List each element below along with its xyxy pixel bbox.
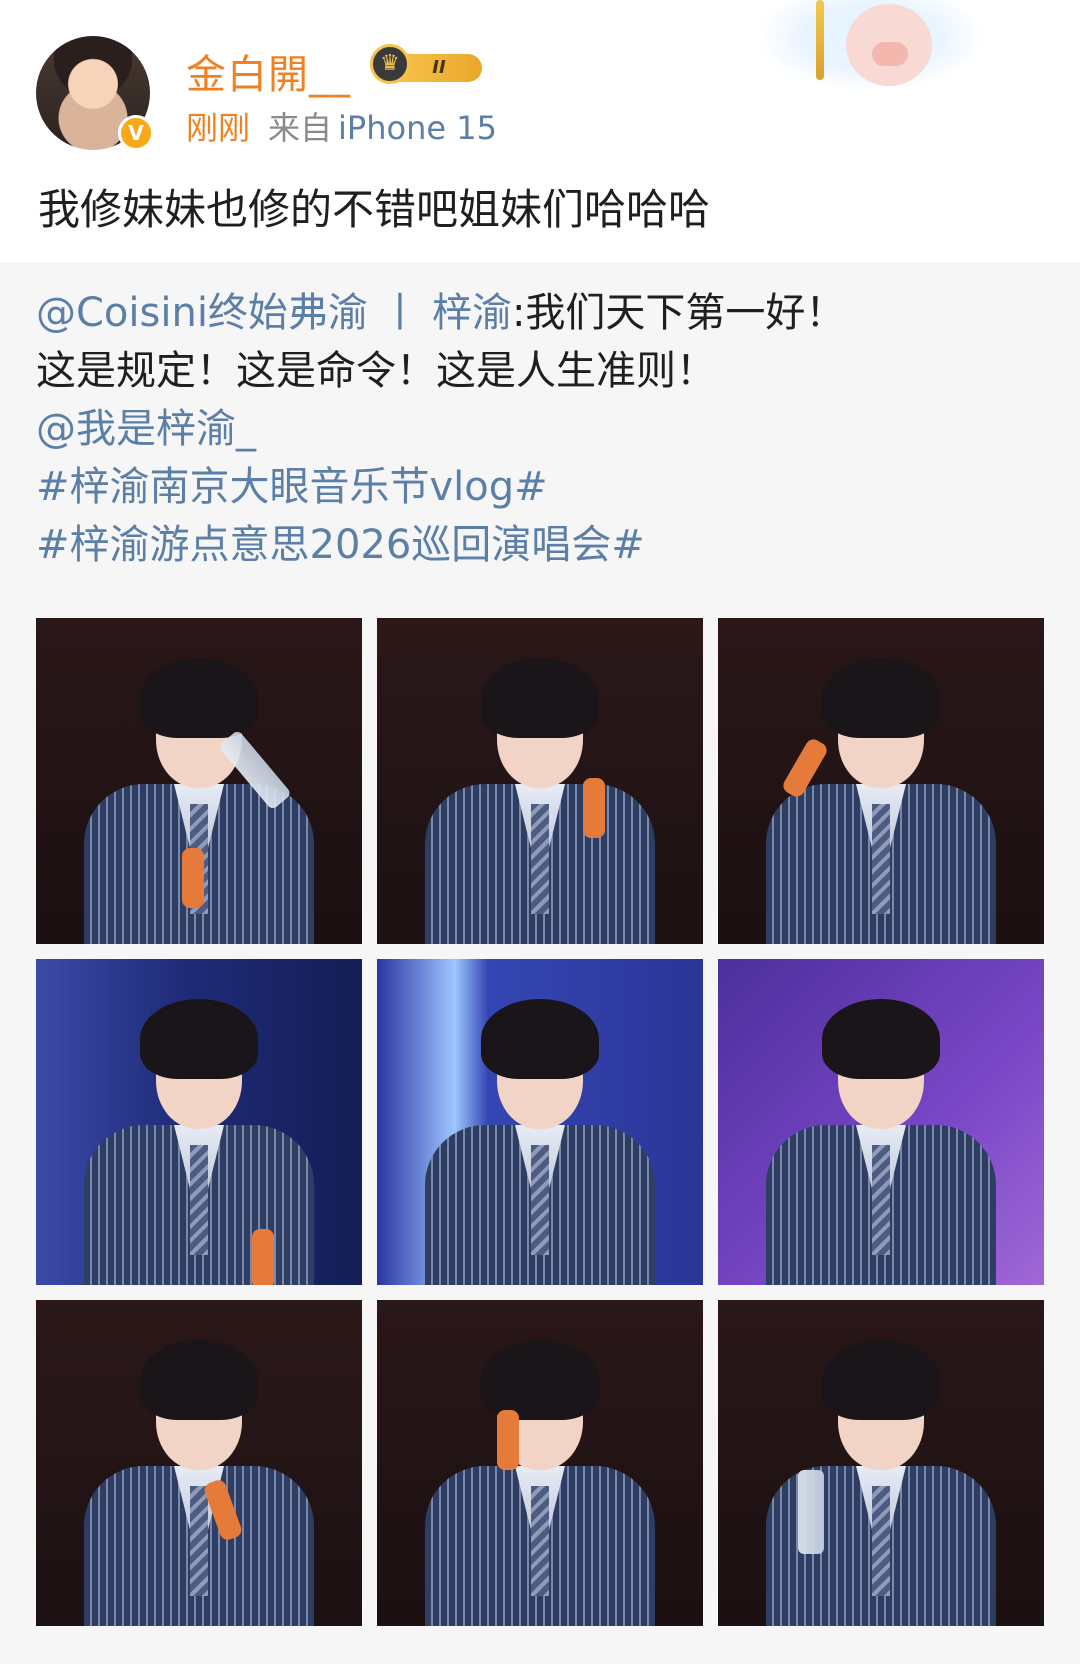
weibo-post-page: V 金白開__ II ♛ 刚刚 来自 iPhone 15 我修妹妹也修的不错吧姐妹们… bbox=[0, 0, 1080, 1664]
post-source-prefix: 来自 bbox=[268, 109, 333, 147]
post-text: 我修妹妹也修的不错吧姐妹们哈哈哈 bbox=[38, 185, 711, 234]
hashtag-tour[interactable]: #梓渝游点意思2026巡回演唱会# bbox=[36, 512, 645, 570]
image-grid bbox=[36, 618, 1044, 1626]
image-thumb-8[interactable] bbox=[377, 1300, 703, 1626]
image-thumb-1[interactable] bbox=[36, 618, 362, 944]
repost-line1-text: :我们天下第一好！ bbox=[511, 290, 846, 336]
image-thumb-7[interactable] bbox=[36, 1300, 362, 1626]
hashtag-vlog[interactable]: #梓渝南京大眼音乐节vlog# bbox=[36, 454, 548, 512]
post-device[interactable]: iPhone 15 bbox=[338, 109, 497, 147]
repost-card[interactable]: @Coisini终始弗渝丨梓渝:我们天下第一好！ 这是规定！这是命令！这是人生准… bbox=[0, 262, 1080, 1664]
verified-badge-icon: V bbox=[118, 115, 154, 151]
username[interactable]: 金白開__ bbox=[186, 42, 351, 100]
post-meta: 刚刚 来自 iPhone 15 bbox=[186, 103, 497, 149]
repost-line-1: @Coisini终始弗渝丨梓渝:我们天下第一好！ bbox=[36, 280, 845, 338]
pig-decoration-icon bbox=[756, 0, 986, 92]
image-thumb-9[interactable] bbox=[718, 1300, 1044, 1626]
repost-author-suffix[interactable]: 梓渝 bbox=[432, 290, 512, 336]
post-header: V 金白開__ II ♛ 刚刚 来自 iPhone 15 我修妹妹也修的不错吧姐妹们… bbox=[0, 0, 1080, 258]
repost-author-mention[interactable]: @Coisini终始弗渝 bbox=[36, 290, 368, 336]
post-time: 刚刚 bbox=[186, 109, 251, 147]
repost-line-2: 这是规定！这是命令！这是人生准则！ bbox=[36, 348, 716, 394]
image-thumb-3[interactable] bbox=[718, 618, 1044, 944]
level-badge[interactable]: II ♛ bbox=[370, 44, 486, 88]
image-thumb-4[interactable] bbox=[36, 959, 362, 1285]
repost-mention[interactable]: @我是梓渝_ bbox=[36, 396, 256, 454]
crown-level-icon: ♛ bbox=[370, 44, 410, 84]
image-thumb-2[interactable] bbox=[377, 618, 703, 944]
image-thumb-5[interactable] bbox=[377, 959, 703, 1285]
repost-separator: 丨 bbox=[379, 290, 420, 336]
image-thumb-6[interactable] bbox=[718, 959, 1044, 1285]
